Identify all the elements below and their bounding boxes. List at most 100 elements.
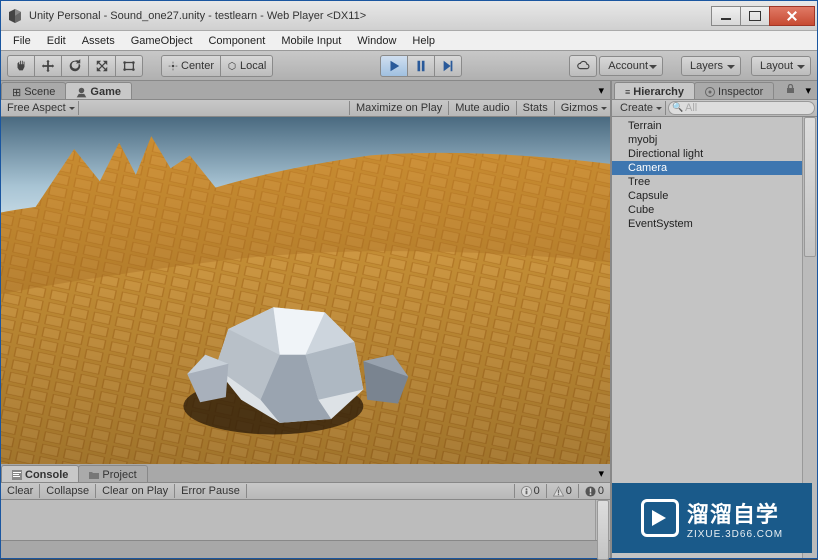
rotate-tool-button[interactable] — [61, 55, 89, 77]
play-button[interactable] — [380, 55, 408, 77]
menu-mobileinput[interactable]: Mobile Input — [273, 33, 349, 49]
step-button[interactable] — [434, 55, 462, 77]
watermark-overlay: 溜溜自学 ZIXUE.3D66.COM — [612, 483, 812, 553]
center-button[interactable]: Center — [161, 55, 221, 77]
game-view[interactable] — [1, 117, 610, 464]
gizmos-dropdown[interactable]: Gizmos — [554, 101, 610, 115]
step-icon — [441, 59, 455, 73]
local-button[interactable]: Local — [220, 55, 273, 77]
tab-game[interactable]: Game — [65, 82, 132, 99]
info-count-toggle[interactable]: 0 — [514, 484, 546, 498]
maximize-button[interactable] — [740, 6, 770, 26]
console-scrollbar[interactable] — [595, 500, 610, 540]
scene-icon: ⊞ — [12, 86, 21, 99]
hand-icon — [14, 59, 28, 73]
tab-hierarchy[interactable]: ≡Hierarchy — [614, 82, 695, 99]
hierarchy-item[interactable]: Terrain — [612, 119, 817, 133]
hierarchy-item[interactable]: myobj — [612, 133, 817, 147]
move-icon — [41, 59, 55, 73]
info-icon — [521, 486, 532, 497]
minimize-button[interactable] — [711, 6, 741, 26]
collapse-toggle[interactable]: Collapse — [40, 484, 96, 498]
tab-console[interactable]: Console — [1, 465, 79, 482]
warn-count-toggle[interactable]: 0 — [546, 484, 578, 498]
hierarchy-search-input[interactable]: All — [668, 101, 815, 115]
close-button[interactable] — [769, 6, 815, 26]
scale-icon — [95, 59, 109, 73]
stats-toggle[interactable]: Stats — [516, 101, 554, 115]
title-bar[interactable]: Unity Personal - Sound_one27.unity - tes… — [1, 1, 817, 31]
console-menu-button[interactable]: ▾ — [592, 465, 610, 482]
terrain-render — [1, 117, 610, 464]
error-count-toggle[interactable]: 0 — [578, 484, 610, 498]
toolbar: Center Local Account Layers Layout — [1, 51, 817, 81]
panel-lock-button[interactable] — [782, 82, 799, 99]
scrollbar-thumb[interactable] — [597, 500, 609, 560]
hierarchy-item[interactable]: Directional light — [612, 147, 817, 161]
hierarchy-item[interactable]: Camera — [612, 161, 817, 175]
menu-window[interactable]: Window — [349, 33, 404, 49]
account-dropdown[interactable]: Account — [599, 56, 663, 76]
tab-inspector[interactable]: Inspector — [694, 82, 774, 99]
layout-dropdown[interactable]: Layout — [751, 56, 811, 76]
inspector-icon — [705, 87, 715, 97]
pivot-tools: Center Local — [161, 55, 273, 77]
error-pause-toggle[interactable]: Error Pause — [175, 484, 247, 498]
clear-on-play-toggle[interactable]: Clear on Play — [96, 484, 175, 498]
lock-icon — [786, 84, 795, 94]
warn-icon — [553, 486, 564, 497]
panel-menu-button[interactable]: ▾ — [799, 82, 817, 99]
console-panel: Console Project ▾ Clear Collapse Clear o… — [1, 464, 610, 558]
playback-controls — [380, 55, 462, 77]
rect-icon — [122, 59, 136, 73]
menu-bar: File Edit Assets GameObject Component Mo… — [1, 31, 817, 51]
local-icon — [227, 59, 237, 73]
tab-project[interactable]: Project — [78, 465, 147, 482]
pause-icon — [414, 59, 428, 73]
error-icon — [585, 486, 596, 497]
hand-tool-button[interactable] — [7, 55, 35, 77]
menu-edit[interactable]: Edit — [39, 33, 74, 49]
menu-gameobject[interactable]: GameObject — [123, 33, 201, 49]
scale-tool-button[interactable] — [88, 55, 116, 77]
rotate-icon — [68, 59, 82, 73]
tab-menu-button[interactable]: ▾ — [592, 82, 610, 99]
console-status-bar — [1, 540, 610, 558]
maximize-on-play-toggle[interactable]: Maximize on Play — [349, 101, 448, 115]
hierarchy-item[interactable]: EventSystem — [612, 217, 817, 231]
game-icon — [76, 87, 87, 98]
menu-file[interactable]: File — [5, 33, 39, 49]
scrollbar-thumb[interactable] — [804, 117, 816, 257]
menu-component[interactable]: Component — [200, 33, 273, 49]
pause-button[interactable] — [407, 55, 435, 77]
transform-tools — [7, 55, 143, 77]
left-pane: ⊞Scene Game ▾ Free Aspect Maximize on Pl… — [1, 81, 612, 558]
aspect-dropdown[interactable]: Free Aspect — [1, 101, 79, 115]
cloud-button[interactable] — [569, 55, 597, 77]
console-icon — [12, 470, 22, 480]
layers-dropdown[interactable]: Layers — [681, 56, 741, 76]
console-body[interactable] — [1, 500, 610, 540]
watermark-subtitle: ZIXUE.3D66.COM — [687, 529, 783, 540]
play-icon — [387, 59, 401, 73]
tab-scene[interactable]: ⊞Scene — [1, 82, 66, 99]
menu-assets[interactable]: Assets — [74, 33, 123, 49]
create-dropdown[interactable]: Create — [614, 101, 666, 115]
folder-icon — [89, 470, 99, 480]
clear-button[interactable]: Clear — [1, 484, 40, 498]
app-window: Unity Personal - Sound_one27.unity - tes… — [0, 0, 818, 559]
hierarchy-item[interactable]: Capsule — [612, 189, 817, 203]
hierarchy-item[interactable]: Tree — [612, 175, 817, 189]
watermark-title: 溜溜自学 — [687, 497, 783, 529]
rect-tool-button[interactable] — [115, 55, 143, 77]
unity-logo-icon — [7, 8, 23, 24]
hierarchy-item[interactable]: Cube — [612, 203, 817, 217]
mute-audio-toggle[interactable]: Mute audio — [448, 101, 515, 115]
cloud-icon — [576, 59, 590, 73]
move-tool-button[interactable] — [34, 55, 62, 77]
menu-help[interactable]: Help — [404, 33, 443, 49]
window-controls — [712, 6, 815, 26]
view-tabs: ⊞Scene Game ▾ — [1, 81, 610, 99]
watermark-play-icon — [641, 499, 679, 537]
hierarchy-icon: ≡ — [625, 87, 630, 97]
